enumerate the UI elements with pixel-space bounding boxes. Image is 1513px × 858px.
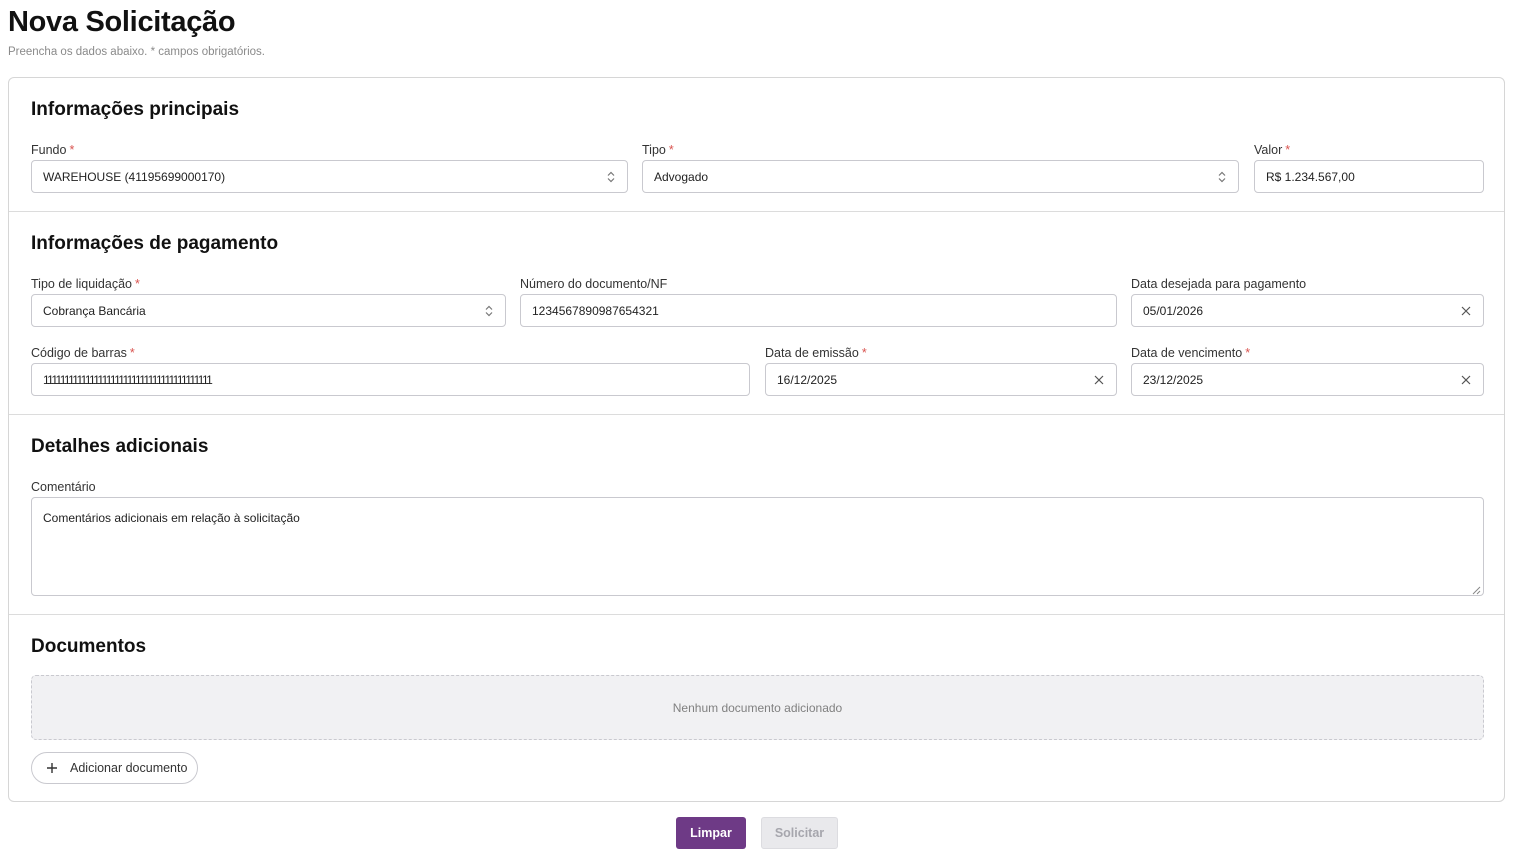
- codigo-barras-value: 1111111111111111111111111111111111111111: [43, 372, 213, 387]
- fundo-label: Fundo *: [31, 143, 75, 157]
- chevron-updown-icon: [484, 304, 494, 318]
- data-emissao-input[interactable]: 16/12/2025: [765, 363, 1117, 396]
- comentario-textarea[interactable]: Comentários adicionais em relação à soli…: [31, 497, 1484, 596]
- chevron-updown-icon: [606, 170, 616, 184]
- valor-value: R$ 1.234.567,00: [1266, 169, 1355, 184]
- section-title-details: Detalhes adicionais: [31, 436, 209, 457]
- clear-button[interactable]: Limpar: [676, 817, 746, 849]
- tipo-liquidacao-label: Tipo de liquidação *: [31, 277, 140, 291]
- close-icon[interactable]: [1460, 305, 1472, 317]
- submit-button[interactable]: Solicitar: [761, 817, 838, 849]
- tipo-label: Tipo *: [642, 143, 674, 157]
- valor-label: Valor *: [1254, 143, 1291, 157]
- data-desejada-input[interactable]: 05/01/2026: [1131, 294, 1484, 327]
- tipo-value: Advogado: [654, 169, 709, 184]
- data-emissao-label: Data de emissão *: [765, 346, 867, 360]
- chevron-updown-icon: [1217, 170, 1227, 184]
- data-vencimento-value: 23/12/2025: [1143, 372, 1204, 387]
- comentario-label: Comentário: [31, 480, 96, 494]
- resize-grip-icon[interactable]: [1472, 584, 1481, 595]
- tipo-select[interactable]: Advogado: [642, 160, 1239, 193]
- comentario-value: Comentários adicionais em relação à soli…: [43, 511, 300, 525]
- fundo-value: WAREHOUSE (41195699000170): [43, 169, 226, 184]
- codigo-barras-input[interactable]: 1111111111111111111111111111111111111111: [31, 363, 750, 396]
- add-document-button[interactable]: Adicionar documento: [31, 752, 198, 784]
- numero-documento-label: Número do documento/NF: [520, 277, 668, 291]
- page-subtitle: Preencha os dados abaixo. * campos obrig…: [8, 46, 265, 58]
- empty-documents-text: Nenhum documento adicionado: [672, 700, 843, 715]
- section-divider: [9, 211, 1504, 212]
- add-document-label: Adicionar documento: [70, 761, 188, 775]
- section-title-main: Informações principais: [31, 99, 240, 120]
- codigo-barras-label: Código de barras *: [31, 346, 135, 360]
- tipo-liquidacao-value: Cobrança Bancária: [43, 303, 146, 318]
- section-title-documents: Documentos: [31, 636, 147, 657]
- data-desejada-value: 05/01/2026: [1143, 303, 1204, 318]
- data-desejada-label: Data desejada para pagamento: [1131, 277, 1307, 291]
- data-vencimento-input[interactable]: 23/12/2025: [1131, 363, 1484, 396]
- numero-documento-input[interactable]: 1234567890987654321: [520, 294, 1117, 327]
- plus-icon: [46, 762, 58, 774]
- section-divider: [9, 414, 1504, 415]
- tipo-liquidacao-select[interactable]: Cobrança Bancária: [31, 294, 506, 327]
- close-icon[interactable]: [1093, 374, 1105, 386]
- valor-input[interactable]: R$ 1.234.567,00: [1254, 160, 1484, 193]
- close-icon[interactable]: [1460, 374, 1472, 386]
- fundo-select[interactable]: WAREHOUSE (41195699000170): [31, 160, 628, 193]
- request-form-card: Informações principais Fundo * WAREHOUSE …: [8, 77, 1505, 802]
- section-title-payment: Informações de pagamento: [31, 233, 279, 254]
- numero-documento-value: 1234567890987654321: [532, 303, 659, 318]
- documents-dropzone[interactable]: Nenhum documento adicionado: [31, 675, 1484, 740]
- data-vencimento-label: Data de vencimento *: [1131, 346, 1251, 360]
- page-title: Nova Solicitação: [8, 6, 236, 38]
- data-emissao-value: 16/12/2025: [777, 372, 838, 387]
- section-divider: [9, 614, 1504, 615]
